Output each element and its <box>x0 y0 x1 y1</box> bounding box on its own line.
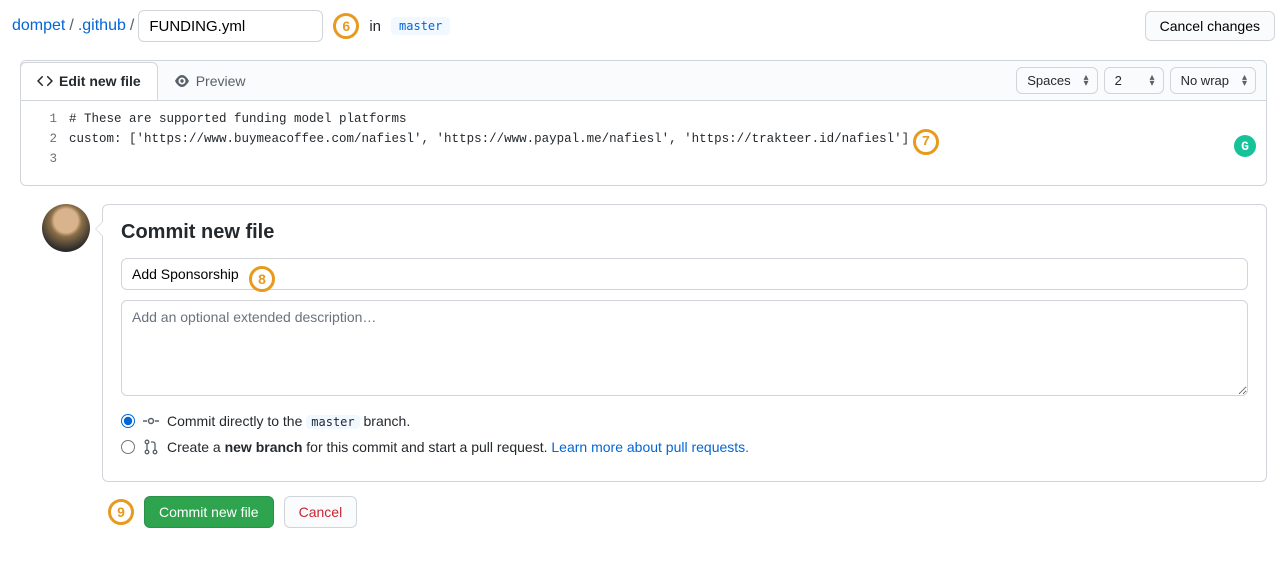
chevron-updown-icon: ▴▾ <box>1084 75 1089 87</box>
indent-size-value: 2 <box>1115 73 1122 88</box>
t: new branch <box>225 439 303 455</box>
t: branch. <box>360 413 411 429</box>
git-pull-request-icon <box>143 439 159 455</box>
annotation-8: 8 <box>249 266 275 292</box>
line-num: 3 <box>21 149 57 169</box>
breadcrumb: dompet / .github / 6 in master Cancel ch… <box>12 10 1275 42</box>
cancel-button[interactable]: Cancel <box>284 496 358 528</box>
grammarly-icon[interactable]: G <box>1234 135 1256 157</box>
git-commit-icon <box>143 413 159 429</box>
breadcrumb-sep: / <box>69 17 73 35</box>
tab-edit-label: Edit new file <box>59 73 141 89</box>
radio-commit-direct[interactable]: Commit directly to the master branch. <box>121 413 1248 429</box>
branch-pill: master <box>306 415 359 429</box>
radio-direct-text: Commit directly to the master branch. <box>167 413 410 429</box>
filename-input[interactable] <box>138 10 323 42</box>
wrap-mode-select[interactable]: No wrap ▴▾ <box>1170 67 1256 94</box>
tab-edit-file[interactable]: Edit new file <box>20 62 158 100</box>
breadcrumb-folder-link[interactable]: .github <box>78 17 126 35</box>
branch-badge: master <box>391 17 450 35</box>
code-line: custom: ['https://www.buymeacoffee.com/n… <box>69 129 1266 149</box>
chevron-updown-icon: ▴▾ <box>1150 75 1155 87</box>
commit-actions: 9 Commit new file Cancel <box>108 496 1275 528</box>
annotation-7: 7 <box>913 129 939 155</box>
radio-new-branch-input[interactable] <box>121 440 135 454</box>
editor-toolbar: Spaces ▴▾ 2 ▴▾ No wrap ▴▾ <box>1006 61 1266 100</box>
in-label: in <box>369 18 381 35</box>
indent-mode-select[interactable]: Spaces ▴▾ <box>1016 67 1097 94</box>
breadcrumb-repo-link[interactable]: dompet <box>12 17 65 35</box>
editor-box: Edit new file Preview Spaces ▴▾ 2 ▴▾ No … <box>20 60 1267 186</box>
radio-new-branch[interactable]: Create a new branch for this commit and … <box>121 439 1248 455</box>
editor-tabs: Edit new file Preview Spaces ▴▾ 2 ▴▾ No … <box>21 61 1266 101</box>
radio-new-branch-text: Create a new branch for this commit and … <box>167 439 749 455</box>
commit-description-textarea[interactable] <box>121 300 1248 396</box>
commit-section: Commit new file 8 Commit directly to the… <box>42 204 1267 482</box>
t: Commit directly to the <box>167 413 306 429</box>
breadcrumb-sep: / <box>130 17 134 35</box>
line-num: 2 <box>21 129 57 149</box>
code-line: # These are supported funding model plat… <box>69 109 1266 129</box>
line-number-gutter: 1 2 3 <box>21 109 69 169</box>
commit-heading: Commit new file <box>121 221 1248 244</box>
code-content: # These are supported funding model plat… <box>69 109 1266 169</box>
eye-icon <box>174 73 190 89</box>
wrap-mode-value: No wrap <box>1181 73 1229 88</box>
commit-summary-input[interactable] <box>121 258 1248 290</box>
t: Create a <box>167 439 225 455</box>
code-icon <box>37 73 53 89</box>
annotation-9: 9 <box>108 499 134 525</box>
tab-preview[interactable]: Preview <box>158 63 262 99</box>
radio-commit-direct-input[interactable] <box>121 414 135 428</box>
cancel-changes-button[interactable]: Cancel changes <box>1145 11 1275 41</box>
indent-size-select[interactable]: 2 ▴▾ <box>1104 67 1164 94</box>
commit-form: Commit new file 8 Commit directly to the… <box>102 204 1267 482</box>
indent-mode-value: Spaces <box>1027 73 1070 88</box>
annotation-6: 6 <box>333 13 359 39</box>
learn-more-link[interactable]: Learn more about pull requests. <box>551 439 749 455</box>
commit-file-button[interactable]: Commit new file <box>144 496 274 528</box>
t: for this commit and start a pull request… <box>302 439 551 455</box>
line-num: 1 <box>21 109 57 129</box>
code-editor[interactable]: 1 2 3 # These are supported funding mode… <box>21 101 1266 185</box>
avatar[interactable] <box>42 204 90 252</box>
chevron-updown-icon: ▴▾ <box>1242 75 1247 87</box>
tab-preview-label: Preview <box>196 73 246 89</box>
